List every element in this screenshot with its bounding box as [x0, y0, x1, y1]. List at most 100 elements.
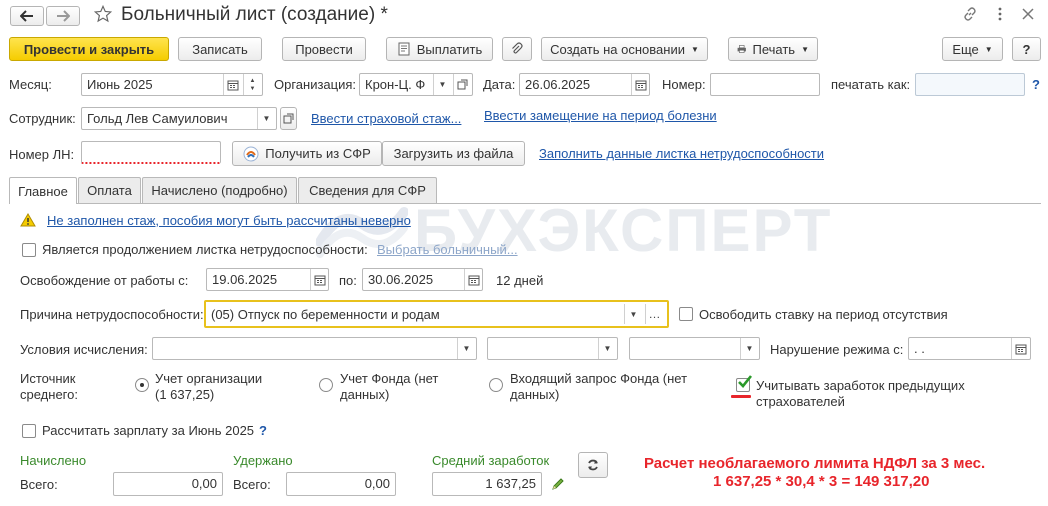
save-button[interactable]: Записать	[178, 37, 262, 61]
employee-value: Гольд Лев Самуилович	[87, 111, 228, 126]
tab-payment-label: Оплата	[87, 183, 132, 198]
forward-button[interactable]	[46, 6, 80, 26]
violation-value: . .	[914, 341, 925, 356]
annotation-line-1: Расчет необлагаемого лимита НДФЛ за 3 ме…	[644, 455, 986, 472]
org-label: Организация:	[274, 77, 357, 92]
release-label: Освобождение от работы с:	[20, 273, 189, 288]
source-request-radio[interactable]	[489, 378, 503, 392]
link-icon[interactable]	[962, 6, 978, 22]
accrued-title: Начислено	[20, 453, 87, 468]
source-label: Источник среднего:	[20, 371, 78, 402]
get-from-sfr-button[interactable]: Получить из СФР	[232, 141, 382, 166]
release-rate-checkbox[interactable]	[679, 307, 693, 321]
prev-insurers-checkbox[interactable]	[736, 375, 753, 392]
tab-sfr-info-label: Сведения для СФР	[309, 183, 426, 198]
calc-salary-label: Рассчитать зарплату за Июнь 2025	[42, 423, 255, 438]
print-as-label: печатать как:	[831, 77, 911, 92]
post-and-close-button[interactable]: Провести и закрыть	[9, 37, 169, 61]
number-field[interactable]	[710, 73, 820, 96]
more-vertical-icon[interactable]	[994, 6, 1006, 22]
number-label: Номер:	[662, 77, 706, 92]
chevron-down-icon[interactable]: ▼	[624, 304, 642, 324]
tab-accrued-details[interactable]: Начислено (подробно)	[142, 177, 297, 203]
replacement-link[interactable]: Ввести замещение на период болезни	[484, 108, 717, 124]
star-icon[interactable]	[94, 5, 112, 23]
avg-earnings-field: 1 637,25	[432, 472, 542, 496]
create-based-on-button[interactable]: Создать на основании ▼	[541, 37, 708, 61]
load-file-label: Загрузить из файла	[393, 146, 514, 161]
get-from-sfr-label: Получить из СФР	[265, 146, 371, 161]
po-label: по:	[339, 273, 357, 288]
help-link[interactable]: ?	[1032, 77, 1040, 93]
prev-insurers-line1: Учитывать заработок предыдущих	[756, 378, 965, 393]
open-icon[interactable]	[453, 74, 471, 95]
condition-field-1[interactable]	[152, 337, 477, 360]
source-org-radio[interactable]	[135, 378, 149, 392]
ellipsis-icon[interactable]: …	[645, 304, 663, 324]
chevron-down-icon[interactable]: ▼	[457, 338, 475, 359]
withheld-total-field: 0,00	[286, 472, 396, 496]
source-fund-radio[interactable]	[319, 378, 333, 392]
more-label: Еще	[952, 41, 979, 57]
calendar-icon[interactable]	[631, 74, 649, 95]
create-based-on-label: Создать на основании	[550, 41, 685, 57]
refresh-button[interactable]	[578, 452, 608, 478]
reason-label: Причина нетрудоспособности:	[20, 307, 204, 322]
more-button[interactable]: Еще ▼	[942, 37, 1003, 61]
chevron-down-icon[interactable]: ▼	[740, 338, 758, 359]
prev-insurers-line2: страхователей	[756, 394, 845, 409]
chevron-down-icon[interactable]: ▼	[257, 108, 275, 129]
printer-icon	[737, 45, 746, 53]
pay-button[interactable]: Выплатить	[386, 37, 493, 61]
post-button[interactable]: Провести	[282, 37, 366, 61]
post-and-close-label: Провести и закрыть	[23, 41, 155, 57]
accrued-total-value: 0,00	[191, 476, 217, 491]
org-value: Крон-Ц. Ф	[365, 77, 426, 92]
reason-field[interactable]: (05) Отпуск по беременности и родам	[204, 300, 669, 328]
chevron-down-icon: ▼	[984, 44, 993, 54]
save-label: Записать	[192, 41, 248, 57]
reason-value: (05) Отпуск по беременности и родам	[211, 307, 440, 322]
calc-salary-checkbox[interactable]	[22, 424, 36, 438]
refresh-icon	[588, 459, 598, 471]
warning-link[interactable]: Не заполнен стаж, пособия могут быть рас…	[47, 213, 411, 229]
print-button[interactable]: Печать ▼	[728, 37, 818, 61]
print-label: Печать	[752, 41, 796, 57]
open-employee-button[interactable]	[280, 107, 297, 130]
calendar-icon[interactable]	[464, 269, 482, 290]
accrued-total-label: Всего:	[20, 477, 58, 492]
tab-main-label: Главное	[18, 183, 68, 199]
annotation-line-2: 1 637,25 * 30,4 * 3 = 149 317,20	[713, 473, 930, 490]
month-label: Месяц:	[9, 77, 52, 92]
source-request-line1: Входящий запрос Фонда (нет	[510, 371, 688, 386]
load-file-button[interactable]: Загрузить из файла	[382, 141, 525, 166]
chevron-down-icon[interactable]: ▼	[433, 74, 451, 95]
attach-button[interactable]	[502, 37, 532, 61]
arrow-right-icon	[57, 10, 70, 22]
help-button[interactable]: ?	[1012, 37, 1041, 61]
continuation-checkbox[interactable]	[22, 243, 36, 257]
tab-main[interactable]: Главное	[9, 177, 77, 204]
insurance-link[interactable]: Ввести страховой стаж...	[311, 111, 461, 127]
back-button[interactable]	[10, 6, 44, 26]
pencil-icon[interactable]	[551, 477, 565, 491]
choose-sick-leave-link[interactable]: Выбрать больничный...	[377, 242, 518, 258]
employee-label: Сотрудник:	[9, 111, 76, 126]
red-underline-mark	[731, 395, 751, 398]
employee-field[interactable]: Гольд Лев Самуилович	[81, 107, 277, 130]
month-spin-icon[interactable]: ▲ ▼	[243, 74, 261, 95]
calendar-icon[interactable]	[223, 74, 241, 95]
arrow-left-icon	[20, 10, 33, 22]
ln-field[interactable]	[81, 141, 221, 164]
calendar-icon[interactable]	[310, 269, 328, 290]
close-icon[interactable]	[1022, 8, 1034, 20]
chevron-down-icon[interactable]: ▼	[598, 338, 616, 359]
fill-data-link[interactable]: Заполнить данные листка нетрудоспособнос…	[539, 146, 824, 162]
tab-payment[interactable]: Оплата	[78, 177, 141, 203]
calendar-icon[interactable]	[1011, 338, 1029, 359]
violation-label: Нарушение режима с:	[770, 342, 904, 357]
month-value: Июнь 2025	[87, 77, 153, 92]
print-as-field[interactable]	[915, 73, 1025, 96]
chevron-down-icon: ▼	[690, 44, 699, 54]
calc-salary-help[interactable]: ?	[259, 423, 267, 439]
